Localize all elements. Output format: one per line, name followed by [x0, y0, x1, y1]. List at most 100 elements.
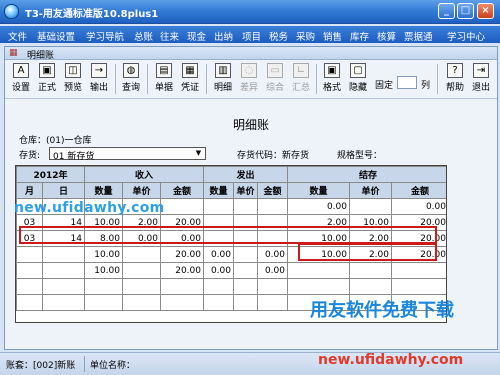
- menu-inventory[interactable]: 库存: [350, 29, 369, 43]
- voucher-doc-button[interactable]: ▤ 单据: [152, 63, 176, 97]
- formal-icon: ▣: [39, 63, 55, 78]
- table-cell: [160, 198, 204, 215]
- day-header: 日: [42, 182, 85, 199]
- difference-button[interactable]: ◌ 差异: [237, 63, 261, 97]
- aggregate-label: 汇总: [291, 83, 310, 93]
- table-cell: 10.00: [84, 246, 123, 263]
- issue-price-header: 单价: [233, 182, 258, 199]
- table-cell: [287, 262, 350, 279]
- app-logo-icon: [4, 4, 19, 19]
- issue-header: 发出: [203, 166, 288, 183]
- voucher-doc-label: 单据: [154, 83, 173, 93]
- close-button[interactable]: ×: [477, 3, 494, 19]
- toolbar: A 设置 ▣ 正式 ◫ 预览 → 输出 ◍ 查询 ▤ 单据 ▦ 凭证 ▥ 明细 ◌ 差异 ▭ 综合 …: [5, 61, 497, 99]
- query-label: 查询: [121, 83, 140, 93]
- child-title-bar: ▦ 明细账: [5, 47, 497, 61]
- table-cell: 20.00: [160, 246, 204, 263]
- table-cell: 0.00: [203, 262, 234, 279]
- format-icon: ▣: [324, 63, 340, 78]
- toolbar-divider: [437, 64, 438, 94]
- export-button[interactable]: → 输出: [87, 63, 111, 97]
- preview-label: 预览: [63, 83, 82, 93]
- menu-general-ledger[interactable]: 总账: [134, 29, 153, 43]
- watermark-url2: new.ufidawhy.com: [318, 352, 464, 368]
- binoculars-icon: ◍: [123, 63, 139, 78]
- menu-bill[interactable]: 票据通: [404, 29, 433, 43]
- table-cell: 10.00: [84, 262, 123, 279]
- document-icon: ▤: [156, 63, 172, 78]
- page-title: 明细账: [232, 118, 269, 132]
- balance-amount-header: 金额: [391, 182, 446, 199]
- format-button[interactable]: ▣ 格式: [320, 63, 344, 97]
- inventory-select[interactable]: 01 新存货 ▼: [49, 147, 206, 162]
- table-cell: [349, 262, 392, 279]
- menu-project[interactable]: 项目: [242, 29, 261, 43]
- month-header: 月: [16, 182, 43, 199]
- hide-button[interactable]: ▢ 隐藏: [346, 63, 370, 97]
- detail-icon: ▥: [215, 63, 231, 78]
- preview-button[interactable]: ◫ 预览: [61, 63, 85, 97]
- highlight-row-box: [19, 226, 437, 244]
- detail-label: 明细: [213, 83, 232, 93]
- table-cell: 0.00: [391, 198, 446, 215]
- exit-label: 退出: [471, 83, 490, 93]
- menu-accounting[interactable]: 核算: [377, 29, 396, 43]
- export-label: 输出: [89, 83, 108, 93]
- setup-label: 设置: [11, 83, 30, 93]
- hide-icon: ▢: [350, 63, 366, 78]
- summary-button[interactable]: ▭ 综合: [263, 63, 287, 97]
- menu-learning-center[interactable]: 学习中心: [447, 29, 485, 43]
- table-row[interactable]: 10.00 20.00 0.00 0.00: [16, 262, 446, 279]
- menu-file[interactable]: 文件: [8, 29, 27, 43]
- status-divider: [84, 356, 85, 372]
- table-cell: 20.00: [160, 262, 204, 279]
- menu-receivables[interactable]: 往来: [160, 29, 179, 43]
- table-cell: [233, 262, 258, 279]
- menu-tax[interactable]: 税务: [269, 29, 288, 43]
- summary-icon: ▭: [267, 63, 283, 78]
- table-subheader-row: 月 日 数量 单价 金额 数量 单价 金额 数量 单价 金额: [16, 182, 446, 199]
- exit-button[interactable]: ⇥ 退出: [469, 63, 493, 97]
- inventory-code: 存货代码：新存货: [237, 151, 310, 161]
- table-cell: [122, 262, 161, 279]
- menu-purchase[interactable]: 采购: [296, 29, 315, 43]
- ledger-icon: ▦: [9, 48, 18, 58]
- formal-button[interactable]: ▣ 正式: [35, 63, 59, 97]
- query-button[interactable]: ◍ 查询: [119, 63, 143, 97]
- summary-label: 综合: [265, 83, 284, 93]
- fixed-column-label: 固定: [375, 81, 394, 91]
- warehouse-info: 仓库：(01)一仓库: [19, 136, 92, 146]
- table-cell: [349, 198, 392, 215]
- table-cell: [391, 262, 446, 279]
- detail-button[interactable]: ▥ 明细: [211, 63, 235, 97]
- fixed-column-input[interactable]: [397, 76, 417, 89]
- income-header: 收入: [84, 166, 204, 183]
- menu-learning-nav[interactable]: 学习导航: [86, 29, 124, 43]
- aggregate-icon: ∟: [293, 63, 309, 78]
- balance-header: 结存: [287, 166, 446, 183]
- exit-icon: ⇥: [473, 63, 489, 78]
- income-qty-header: 数量: [84, 182, 123, 199]
- inventory-value: 01 新存货: [53, 152, 95, 162]
- maximize-button[interactable]: □: [457, 3, 474, 19]
- window-title: T3-用友通标准版10.8plus1: [25, 9, 159, 20]
- minimize-button[interactable]: _: [438, 3, 455, 19]
- table-row[interactable]: [16, 278, 446, 295]
- menu-sales[interactable]: 销售: [323, 29, 342, 43]
- menu-cash[interactable]: 现金: [187, 29, 206, 43]
- toolbar-divider: [206, 64, 207, 94]
- balance-price-header: 单价: [349, 182, 392, 199]
- help-button[interactable]: ? 帮助: [443, 63, 467, 97]
- difference-icon: ◌: [241, 63, 257, 78]
- aggregate-button[interactable]: ∟ 汇总: [289, 63, 313, 97]
- export-icon: →: [91, 63, 107, 78]
- menu-cashier[interactable]: 出纳: [214, 29, 233, 43]
- table-cell: [233, 246, 258, 263]
- setup-button[interactable]: A 设置: [9, 63, 33, 97]
- menu-basic-settings[interactable]: 基础设置: [37, 29, 75, 43]
- hide-label: 隐藏: [348, 83, 367, 93]
- certificate-button[interactable]: ▦ 凭证: [178, 63, 202, 97]
- table-cell: [42, 246, 85, 263]
- chevron-down-icon[interactable]: ▼: [193, 148, 204, 159]
- certificate-label: 凭证: [180, 83, 199, 93]
